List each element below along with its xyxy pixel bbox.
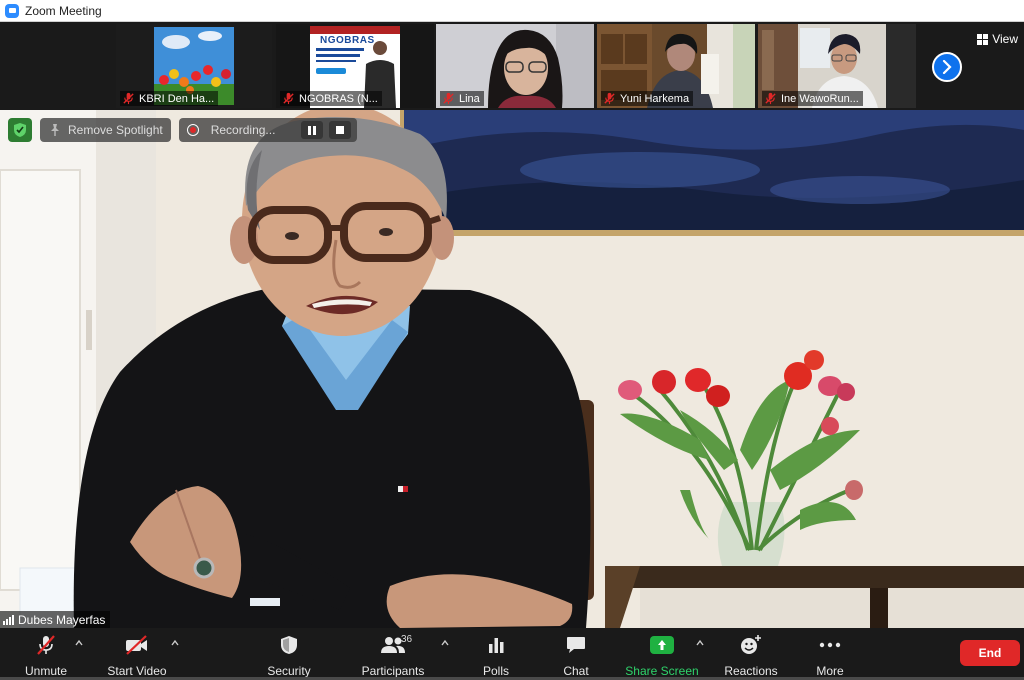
shield-icon — [281, 636, 297, 654]
chat-icon — [567, 637, 585, 653]
muted-mic-icon — [765, 92, 776, 105]
polls-icon — [489, 638, 504, 653]
security-label: Security — [267, 664, 311, 678]
participant-name-label: Lina — [440, 91, 484, 106]
signal-icon — [3, 614, 14, 625]
pin-icon — [51, 124, 59, 136]
unmute-label: Unmute — [24, 664, 68, 678]
pause-recording-button[interactable] — [301, 121, 324, 139]
stop-icon — [336, 126, 345, 134]
more-label: More — [816, 664, 844, 678]
window-title: Zoom Meeting — [25, 3, 102, 18]
participants-count: 36 — [401, 634, 413, 645]
reactions-label: Reactions — [724, 664, 778, 678]
muted-mic-icon — [604, 92, 615, 105]
record-icon — [186, 124, 199, 136]
poster-title: NGOBRAS — [320, 35, 375, 46]
participant-name: Ine WawoRun... — [781, 92, 859, 105]
participant-strip: KBRI Den Ha... NGOBRAS NGOBRAS (N... Lin… — [0, 22, 1024, 110]
participant-thumbnail[interactable]: Ine WawoRun... — [758, 24, 916, 108]
meeting-toolbar: Unmute Start Video Security 36 Participa… — [0, 628, 1024, 680]
participant-thumbnail[interactable]: Yuni Harkema — [597, 24, 755, 108]
share-screen-icon — [650, 636, 674, 654]
next-page-button[interactable] — [932, 52, 962, 82]
participant-name-label: Ine WawoRun... — [762, 91, 863, 106]
participants-button[interactable]: 36 Participants — [360, 628, 426, 680]
participant-name: Lina — [459, 92, 480, 105]
encryption-badge[interactable] — [8, 118, 32, 142]
shield-icon — [14, 123, 26, 137]
view-button[interactable]: View — [977, 32, 1018, 46]
speaker-video-scene — [0, 110, 1024, 628]
participant-name-label: KBRI Den Ha... — [120, 91, 219, 106]
view-label: View — [992, 32, 1018, 46]
participant-name-label: NGOBRAS (N... — [280, 91, 382, 106]
meeting-overlay-controls: Remove Spotlight Recording... — [8, 118, 358, 142]
caret-up-icon[interactable] — [695, 638, 705, 648]
reactions-icon — [741, 635, 761, 654]
muted-mic-icon — [443, 92, 454, 105]
remove-spotlight-label: Remove Spotlight — [68, 123, 163, 137]
participants-label: Participants — [361, 664, 425, 678]
chevron-right-icon — [942, 60, 952, 74]
participant-name: Yuni Harkema — [620, 92, 690, 105]
end-meeting-button[interactable]: End — [960, 640, 1020, 666]
chat-button[interactable]: Chat — [556, 628, 596, 680]
share-screen-label: Share Screen — [625, 664, 699, 678]
muted-mic-icon — [283, 92, 294, 105]
muted-mic-icon — [123, 92, 134, 105]
participant-name-label: Yuni Harkema — [601, 91, 694, 106]
zoom-meeting-window: Zoom Meeting KBRI Den Ha... NGOBRAS NGOB… — [0, 0, 1024, 680]
start-video-label: Start Video — [107, 664, 167, 678]
share-screen-button[interactable]: Share Screen — [624, 628, 700, 680]
caret-up-icon[interactable] — [170, 638, 180, 648]
mic-off-icon — [37, 635, 55, 655]
polls-label: Polls — [482, 664, 509, 678]
main-speaker-video — [0, 110, 1024, 628]
active-speaker-name: Dubes Mayerfas — [18, 612, 106, 627]
unmute-button[interactable]: Unmute — [18, 628, 74, 680]
video-off-icon — [126, 635, 147, 655]
stop-recording-button[interactable] — [329, 121, 352, 139]
caret-up-icon[interactable] — [74, 638, 84, 648]
title-bar: Zoom Meeting — [0, 0, 1024, 22]
participant-thumbnail[interactable]: KBRI Den Ha... — [116, 24, 272, 108]
security-button[interactable]: Security — [262, 628, 316, 680]
start-video-button[interactable]: Start Video — [104, 628, 170, 680]
recording-indicator: Recording... — [178, 118, 358, 142]
active-speaker-label: Dubes Mayerfas — [0, 611, 111, 628]
zoom-logo-icon — [5, 3, 19, 18]
participant-thumbnail[interactable]: Lina — [436, 24, 594, 108]
more-button[interactable]: More — [810, 628, 850, 680]
reactions-button[interactable]: Reactions — [722, 628, 780, 680]
participant-thumbnail[interactable]: NGOBRAS NGOBRAS (N... — [276, 24, 434, 108]
participant-name: NGOBRAS (N... — [299, 92, 378, 105]
pause-icon — [308, 125, 317, 135]
more-icon — [819, 642, 841, 648]
grid-view-icon — [977, 33, 989, 45]
polls-button[interactable]: Polls — [476, 628, 516, 680]
recording-label: Recording... — [210, 123, 276, 137]
caret-up-icon[interactable] — [440, 638, 450, 648]
participant-name: KBRI Den Ha... — [139, 92, 215, 105]
remove-spotlight-button[interactable]: Remove Spotlight — [40, 118, 171, 142]
chat-label: Chat — [563, 664, 589, 678]
